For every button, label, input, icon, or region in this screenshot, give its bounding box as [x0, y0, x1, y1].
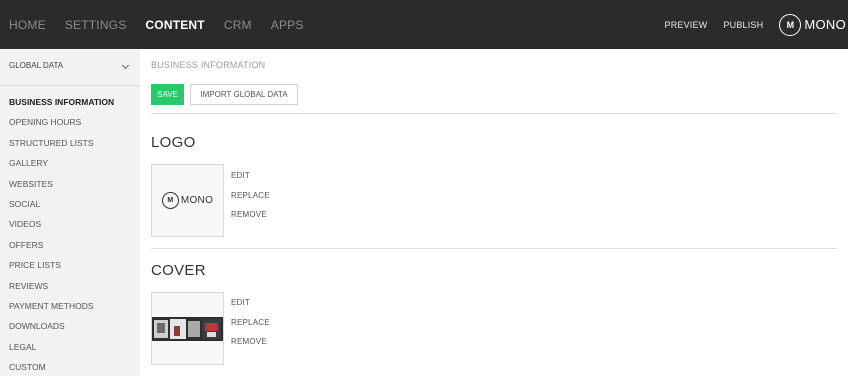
sidebar-item-payment-methods[interactable]: PAYMENT METHODS	[9, 300, 114, 320]
logo-section-title: LOGO	[151, 134, 196, 151]
logo-actions: EDIT REPLACE REMOVE	[231, 170, 270, 229]
sidebar-menu: BUSINESS INFORMATION OPENING HOURS STRUC…	[9, 96, 114, 376]
sidebar-item-gallery[interactable]: GALLERY	[9, 157, 114, 177]
global-data-select[interactable]: GLOBAL DATA	[9, 61, 131, 75]
logo-edit-link[interactable]: EDIT	[231, 170, 270, 190]
cover-actions: EDIT REPLACE REMOVE	[231, 297, 270, 356]
cover-remove-link[interactable]: REMOVE	[231, 336, 270, 356]
sidebar-item-social[interactable]: SOCIAL	[9, 198, 114, 218]
sidebar: GLOBAL DATA BUSINESS INFORMATION OPENING…	[0, 49, 140, 376]
publish-button[interactable]: PUBLISH	[723, 20, 763, 30]
sidebar-item-legal[interactable]: LEGAL	[9, 341, 114, 361]
brand-mark-icon: M	[779, 13, 802, 36]
sidebar-item-business-information[interactable]: BUSINESS INFORMATION	[9, 96, 114, 116]
import-global-data-button[interactable]: IMPORT GLOBAL DATA	[190, 84, 298, 105]
top-nav: HOME SETTINGS CONTENT CRM APPS	[9, 0, 323, 49]
nav-home[interactable]: HOME	[9, 18, 46, 32]
sidebar-item-reviews[interactable]: REVIEWS	[9, 280, 114, 300]
logo-remove-link[interactable]: REMOVE	[231, 209, 270, 229]
sidebar-item-downloads[interactable]: DOWNLOADS	[9, 320, 114, 340]
nav-content[interactable]: CONTENT	[145, 18, 204, 32]
logo-thumbnail: M MONO	[151, 164, 224, 237]
logo-replace-link[interactable]: REPLACE	[231, 190, 270, 210]
main-content: BUSINESS INFORMATION SAVE IMPORT GLOBAL …	[151, 49, 841, 376]
logo-mark-icon: M	[161, 192, 179, 209]
sidebar-item-websites[interactable]: WEBSITES	[9, 178, 114, 198]
cover-section-title: COVER	[151, 262, 206, 279]
top-bar: HOME SETTINGS CONTENT CRM APPS PREVIEW P…	[0, 0, 848, 49]
top-actions: PREVIEW PUBLISH M MONO	[665, 0, 848, 49]
global-data-select-label: GLOBAL DATA	[9, 61, 64, 70]
save-button[interactable]: SAVE	[151, 84, 184, 105]
cover-replace-link[interactable]: REPLACE	[231, 317, 270, 337]
sidebar-divider	[0, 85, 140, 86]
nav-crm[interactable]: CRM	[224, 18, 252, 32]
sidebar-item-offers[interactable]: OFFERS	[9, 239, 114, 259]
divider	[151, 113, 837, 114]
sidebar-item-price-lists[interactable]: PRICE LISTS	[9, 259, 114, 279]
nav-settings[interactable]: SETTINGS	[65, 18, 127, 32]
cover-image	[152, 317, 223, 341]
sidebar-item-videos[interactable]: VIDEOS	[9, 218, 114, 238]
sidebar-item-custom[interactable]: CUSTOM	[9, 361, 114, 376]
cover-edit-link[interactable]: EDIT	[231, 297, 270, 317]
nav-apps[interactable]: APPS	[271, 18, 304, 32]
chevron-down-icon	[121, 61, 130, 70]
cover-thumbnail	[151, 292, 224, 365]
breadcrumb: BUSINESS INFORMATION	[151, 60, 266, 70]
logo-name: MONO	[180, 195, 214, 206]
brand-name: MONO	[804, 17, 846, 32]
sidebar-item-opening-hours[interactable]: OPENING HOURS	[9, 116, 114, 136]
preview-button[interactable]: PREVIEW	[665, 20, 708, 30]
divider	[151, 248, 837, 249]
sidebar-item-structured-lists[interactable]: STRUCTURED LISTS	[9, 137, 114, 157]
brand-logo[interactable]: M MONO	[779, 13, 848, 36]
